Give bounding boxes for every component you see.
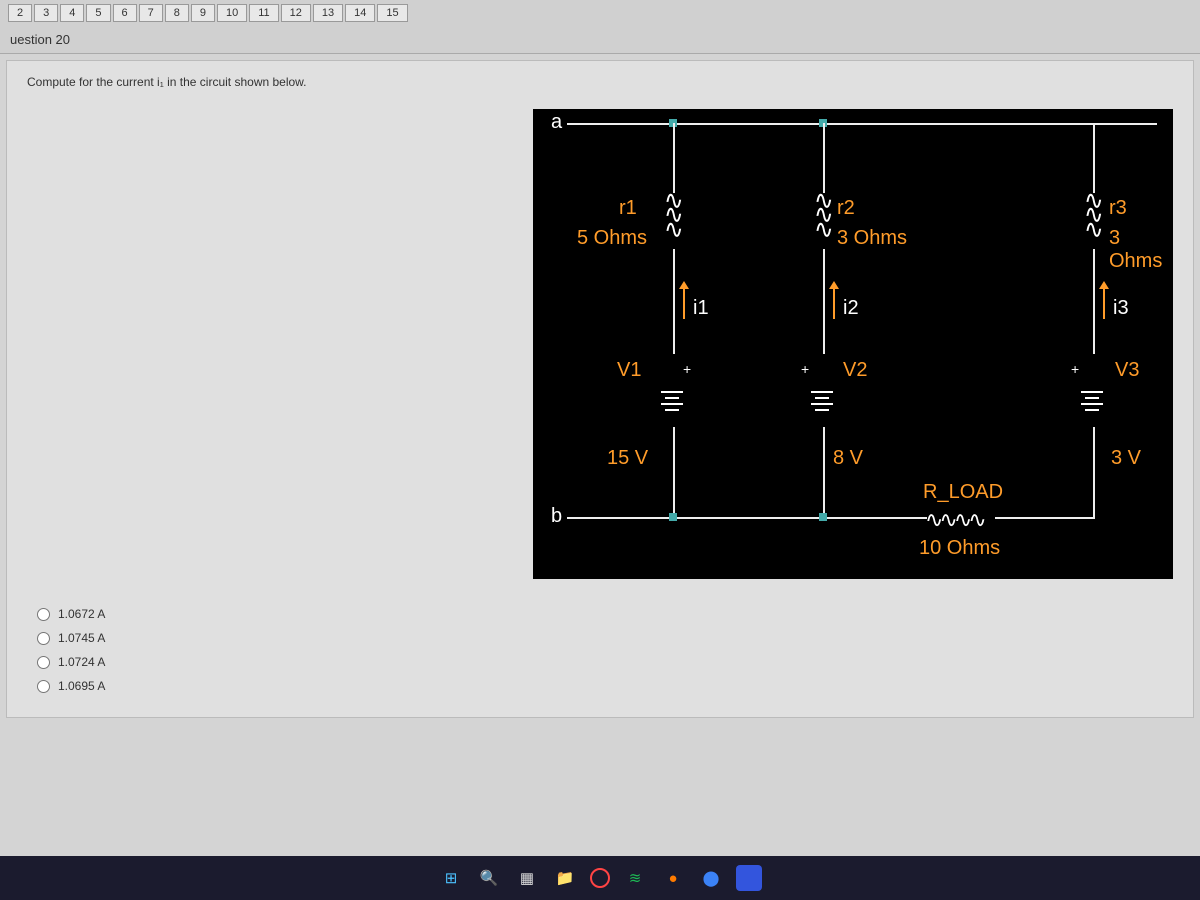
chat-icon[interactable] bbox=[736, 865, 762, 891]
r3-name: r3 bbox=[1109, 197, 1127, 220]
battery-icon bbox=[661, 391, 683, 411]
r1-name: r1 bbox=[619, 197, 637, 220]
choice-d[interactable]: 1.0695 A bbox=[37, 679, 1173, 693]
resistor-icon: ∿∿∿∿ bbox=[925, 507, 983, 533]
choice-b[interactable]: 1.0745 A bbox=[37, 631, 1173, 645]
search-icon[interactable]: 🔍 bbox=[476, 865, 502, 891]
r1-value: 5 Ohms bbox=[577, 227, 647, 250]
nav-tab[interactable]: 2 bbox=[8, 4, 32, 22]
resistor-icon: ∿∿∿ bbox=[814, 193, 832, 236]
file-explorer-icon[interactable]: 📁 bbox=[552, 865, 578, 891]
question-body: Compute for the current i₁ in the circui… bbox=[6, 60, 1194, 718]
plus-icon: + bbox=[683, 361, 691, 377]
nav-tab[interactable]: 5 bbox=[86, 4, 110, 22]
v3-value: 3 V bbox=[1111, 447, 1141, 470]
nav-tab[interactable]: 15 bbox=[377, 4, 407, 22]
nav-tab[interactable]: 3 bbox=[34, 4, 58, 22]
app-icon[interactable]: ⬤ bbox=[698, 865, 724, 891]
nav-tab[interactable]: 14 bbox=[345, 4, 375, 22]
choice-label: 1.0695 A bbox=[58, 679, 105, 693]
i2-label: i2 bbox=[843, 297, 859, 320]
nav-tab[interactable]: 9 bbox=[191, 4, 215, 22]
v3-name: V3 bbox=[1115, 359, 1139, 382]
v1-value: 15 V bbox=[607, 447, 648, 470]
choice-label: 1.0724 A bbox=[58, 655, 105, 669]
rload-value: 10 Ohms bbox=[919, 537, 1000, 560]
choice-label: 1.0672 A bbox=[58, 607, 105, 621]
widgets-icon[interactable]: ▦ bbox=[514, 865, 540, 891]
r2-name: r2 bbox=[837, 197, 855, 220]
v2-value: 8 V bbox=[833, 447, 863, 470]
r3-value: 3 Ohms bbox=[1109, 227, 1173, 273]
resistor-icon: ∿∿∿ bbox=[1084, 193, 1102, 236]
radio-input[interactable] bbox=[37, 632, 50, 645]
choice-c[interactable]: 1.0724 A bbox=[37, 655, 1173, 669]
choice-a[interactable]: 1.0672 A bbox=[37, 607, 1173, 621]
taskbar: ⊞ 🔍 ▦ 📁 ≋ ● ⬤ bbox=[0, 856, 1200, 900]
battery-icon bbox=[811, 391, 833, 411]
radio-input[interactable] bbox=[37, 680, 50, 693]
question-nav: 2 3 4 5 6 7 8 9 10 11 12 13 14 15 bbox=[0, 0, 1200, 26]
i1-label: i1 bbox=[693, 297, 709, 320]
nav-tab[interactable]: 10 bbox=[217, 4, 247, 22]
nav-tab[interactable]: 7 bbox=[139, 4, 163, 22]
v2-name: V2 bbox=[843, 359, 867, 382]
radio-input[interactable] bbox=[37, 656, 50, 669]
node-b-label: b bbox=[551, 505, 562, 528]
question-header: uestion 20 bbox=[0, 26, 1200, 54]
circuit-diagram: a ∿∿∿ r1 5 Ohms i1 V1 + 15 V ∿∿∿ bbox=[533, 109, 1173, 579]
nav-tab[interactable]: 11 bbox=[249, 4, 278, 22]
resistor-icon: ∿∿∿ bbox=[664, 193, 682, 236]
start-icon[interactable]: ⊞ bbox=[438, 865, 464, 891]
answer-choices: 1.0672 A 1.0745 A 1.0724 A 1.0695 A bbox=[27, 607, 1173, 693]
choice-label: 1.0745 A bbox=[58, 631, 105, 645]
spotify-icon[interactable]: ≋ bbox=[622, 865, 648, 891]
question-prompt: Compute for the current i₁ in the circui… bbox=[27, 75, 1173, 89]
plus-icon: + bbox=[1071, 361, 1079, 377]
nav-tab[interactable]: 12 bbox=[281, 4, 311, 22]
rload-name: R_LOAD bbox=[923, 481, 1003, 504]
nav-tab[interactable]: 13 bbox=[313, 4, 343, 22]
plus-icon: + bbox=[801, 361, 809, 377]
nav-tab[interactable]: 4 bbox=[60, 4, 84, 22]
radio-input[interactable] bbox=[37, 608, 50, 621]
v1-name: V1 bbox=[617, 359, 641, 382]
chrome-icon[interactable] bbox=[590, 868, 610, 888]
r2-value: 3 Ohms bbox=[837, 227, 907, 250]
node-a-label: a bbox=[551, 111, 562, 134]
i3-label: i3 bbox=[1113, 297, 1129, 320]
battery-icon bbox=[1081, 391, 1103, 411]
nav-tab[interactable]: 8 bbox=[165, 4, 189, 22]
app-icon[interactable]: ● bbox=[660, 865, 686, 891]
nav-tab[interactable]: 6 bbox=[113, 4, 137, 22]
